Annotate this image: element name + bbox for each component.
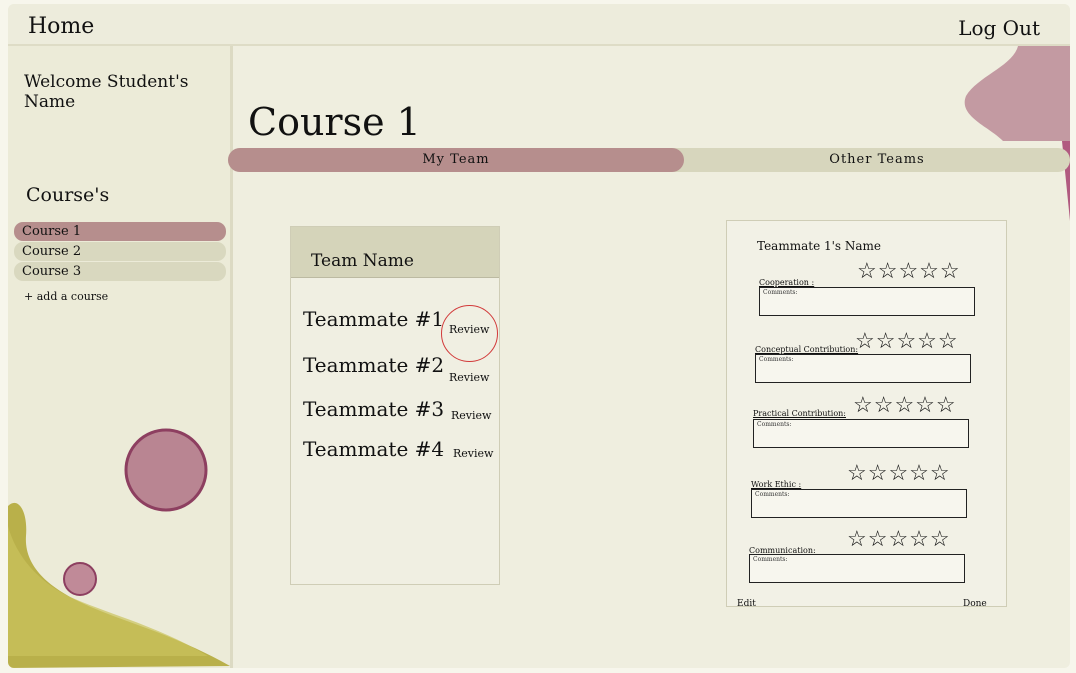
tab-other-teams[interactable]: Other Teams <box>684 148 1070 172</box>
add-course-link[interactable]: + add a course <box>24 290 108 303</box>
done-button[interactable]: Done <box>963 599 987 609</box>
star-rating-practical[interactable]: ☆☆☆☆☆ <box>853 395 957 417</box>
decorative-circle-large <box>124 428 208 512</box>
star-rating-communication[interactable]: ☆☆☆☆☆ <box>847 529 951 551</box>
courses-heading: Course's <box>26 184 110 206</box>
comment-field-conceptual[interactable]: Comments: <box>755 354 971 383</box>
comment-field-practical[interactable]: Comments: <box>753 419 969 448</box>
sidebar: Welcome Student's Name Course's Course 1… <box>8 46 233 668</box>
star-rating-conceptual[interactable]: ☆☆☆☆☆ <box>855 331 959 353</box>
decorative-shapes <box>8 428 230 668</box>
teammate-name-4: Teammate #4 <box>303 437 445 461</box>
comment-field-communication[interactable]: Comments: <box>749 554 965 583</box>
welcome-text: Welcome Student's Name <box>24 72 189 112</box>
star-rating-cooperation[interactable]: ☆☆☆☆☆ <box>857 261 961 283</box>
criterion-label-work-ethic: Work Ethic : <box>751 480 802 489</box>
decorative-circle-small <box>63 562 97 596</box>
review-button-3[interactable]: Review <box>451 409 491 422</box>
team-header: Team Name <box>291 227 499 278</box>
criterion-label-cooperation: Cooperation : <box>759 278 815 287</box>
team-panel: Team Name Teammate #1 Review Teammate #2… <box>290 226 500 585</box>
sidebar-item-course-2[interactable]: Course 2 <box>14 242 226 261</box>
sidebar-item-course-1[interactable]: Course 1 <box>14 222 226 241</box>
tab-bar: My Team Other Teams <box>228 148 1070 172</box>
teammate-name-3: Teammate #3 <box>303 397 445 421</box>
criterion-label-practical: Practical Contribution: <box>753 409 846 418</box>
star-rating-work-ethic[interactable]: ☆☆☆☆☆ <box>847 463 951 485</box>
comment-placeholder: Comments: <box>759 356 794 363</box>
evaluation-panel: Teammate 1's Name Cooperation : ☆☆☆☆☆ Co… <box>726 220 1007 609</box>
logout-link[interactable]: Log Out <box>958 16 1040 40</box>
comment-placeholder: Comments: <box>763 289 798 296</box>
top-bar: Home Log Out <box>8 4 1070 46</box>
sidebar-item-course-3[interactable]: Course 3 <box>14 262 226 281</box>
team-name: Team Name <box>311 251 414 271</box>
review-button-4[interactable]: Review <box>453 447 493 460</box>
review-highlight-circle <box>441 305 498 362</box>
comment-placeholder: Comments: <box>753 556 788 563</box>
criterion-label-conceptual: Conceptual Contribution: <box>755 345 859 354</box>
review-button-2[interactable]: Review <box>449 371 489 384</box>
evaluated-teammate-name: Teammate 1's Name <box>757 239 882 253</box>
comment-placeholder: Comments: <box>755 491 790 498</box>
app-frame: Home Log Out Welcome Student's Name Cour… <box>8 4 1070 668</box>
decorative-corner-shape <box>964 46 1070 141</box>
comment-field-cooperation[interactable]: Comments: <box>759 287 975 316</box>
comment-placeholder: Comments: <box>757 421 792 428</box>
teammate-name-1: Teammate #1 <box>303 307 445 331</box>
page-title: Course 1 <box>248 100 421 144</box>
edit-button[interactable]: Edit <box>737 599 756 609</box>
teammate-name-2: Teammate #2 <box>303 353 445 377</box>
comment-field-work-ethic[interactable]: Comments: <box>751 489 967 518</box>
home-link[interactable]: Home <box>28 14 94 39</box>
decorative-olive-highlight <box>8 526 208 656</box>
decorative-corner-blob <box>964 46 1070 221</box>
tab-my-team[interactable]: My Team <box>228 148 684 172</box>
